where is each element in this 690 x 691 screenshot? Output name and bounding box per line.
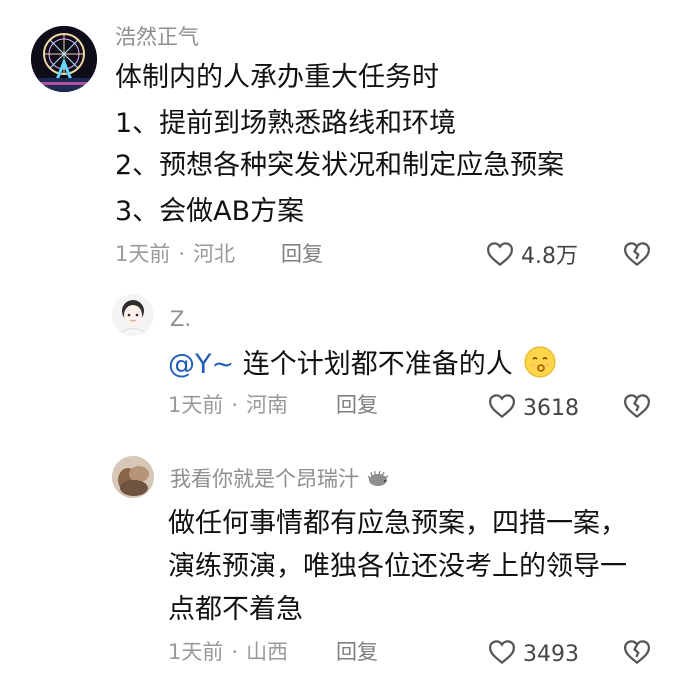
avatar[interactable] bbox=[112, 294, 154, 336]
dot-separator: · bbox=[231, 393, 239, 417]
comment-text-line: 做任何事情都有应急预案，四措一案， bbox=[168, 508, 627, 539]
dislike-button[interactable] bbox=[622, 391, 652, 421]
dislike-button[interactable] bbox=[622, 239, 652, 269]
dot-separator: · bbox=[231, 640, 239, 664]
comment-text-line: 2、预想各种突发状况和制定应急预案 bbox=[115, 150, 565, 181]
reply-button[interactable]: 回复 bbox=[336, 395, 378, 416]
comment-text-line: 演练预演，唯独各位还没考上的领导一 bbox=[168, 551, 627, 582]
reply-button[interactable]: 回复 bbox=[281, 244, 323, 265]
comment-meta: 1天前 · 河南 bbox=[168, 395, 288, 416]
time-label: 1天前 bbox=[168, 640, 224, 664]
broken-heart-icon bbox=[623, 394, 651, 419]
time-label: 1天前 bbox=[168, 393, 224, 417]
time-label: 1天前 bbox=[115, 242, 171, 266]
heart-icon bbox=[487, 391, 517, 426]
comment-text-line: 1、提前到场熟悉路线和环境 bbox=[115, 108, 457, 139]
hedgehog-icon bbox=[366, 468, 390, 488]
location-label: 河南 bbox=[246, 393, 289, 417]
comment-text-line: @Y~ 连个计划都不准备的人 bbox=[168, 345, 557, 379]
reply-button[interactable]: 回复 bbox=[336, 642, 378, 663]
cartoon-girl-avatar bbox=[112, 294, 154, 336]
avatar[interactable] bbox=[112, 456, 154, 498]
comment-meta: 1天前 · 河北 bbox=[115, 244, 235, 265]
broken-heart-icon bbox=[623, 640, 651, 665]
location-label: 山西 bbox=[246, 640, 289, 664]
comment-text-line: 体制内的人承办重大任务时 bbox=[115, 62, 439, 93]
dislike-button[interactable] bbox=[622, 637, 652, 667]
like-button[interactable]: 4.8万 bbox=[485, 239, 578, 274]
like-count: 3618 bbox=[523, 395, 579, 421]
mention-link[interactable]: @Y~ bbox=[168, 349, 234, 380]
like-count: 4.8万 bbox=[521, 243, 578, 269]
comment-meta: 1天前 · 山西 bbox=[168, 642, 288, 663]
broken-heart-icon bbox=[623, 242, 651, 267]
username[interactable]: 浩然正气 bbox=[115, 27, 199, 48]
dot-separator: · bbox=[178, 242, 186, 266]
heart-icon bbox=[487, 637, 517, 672]
like-count: 3493 bbox=[523, 641, 579, 667]
heart-icon bbox=[485, 239, 515, 274]
photo-avatar bbox=[112, 456, 154, 498]
comment-1: 浩然正气 体制内的人承办重大任务时 1、提前到场熟悉路线和环境 2、预想各种突发… bbox=[0, 0, 690, 280]
comment-text-line: 点都不着急 bbox=[168, 594, 303, 625]
like-button[interactable]: 3493 bbox=[487, 637, 579, 672]
comment-3: 我看你就是个昂瑞汁 做任何事情都有应急预案，四措一案， 演练预演，唯独各位还没考… bbox=[0, 450, 690, 691]
comment-text-line: 3、会做AB方案 bbox=[115, 196, 305, 227]
avatar[interactable] bbox=[31, 26, 97, 92]
comment-2: Z. @Y~ 连个计划都不准备的人 1天前 · 河南 回复 3618 bbox=[0, 280, 690, 450]
like-button[interactable]: 3618 bbox=[487, 391, 579, 426]
location-label: 河北 bbox=[193, 242, 236, 266]
ferris-wheel-night-avatar bbox=[31, 26, 97, 92]
username[interactable]: Z. bbox=[170, 309, 191, 330]
username-row: 我看你就是个昂瑞汁 bbox=[170, 468, 390, 490]
username[interactable]: 我看你就是个昂瑞汁 bbox=[170, 467, 359, 491]
kissing-face-icon bbox=[523, 345, 557, 379]
comment-text: 连个计划都不准备的人 bbox=[234, 349, 513, 380]
